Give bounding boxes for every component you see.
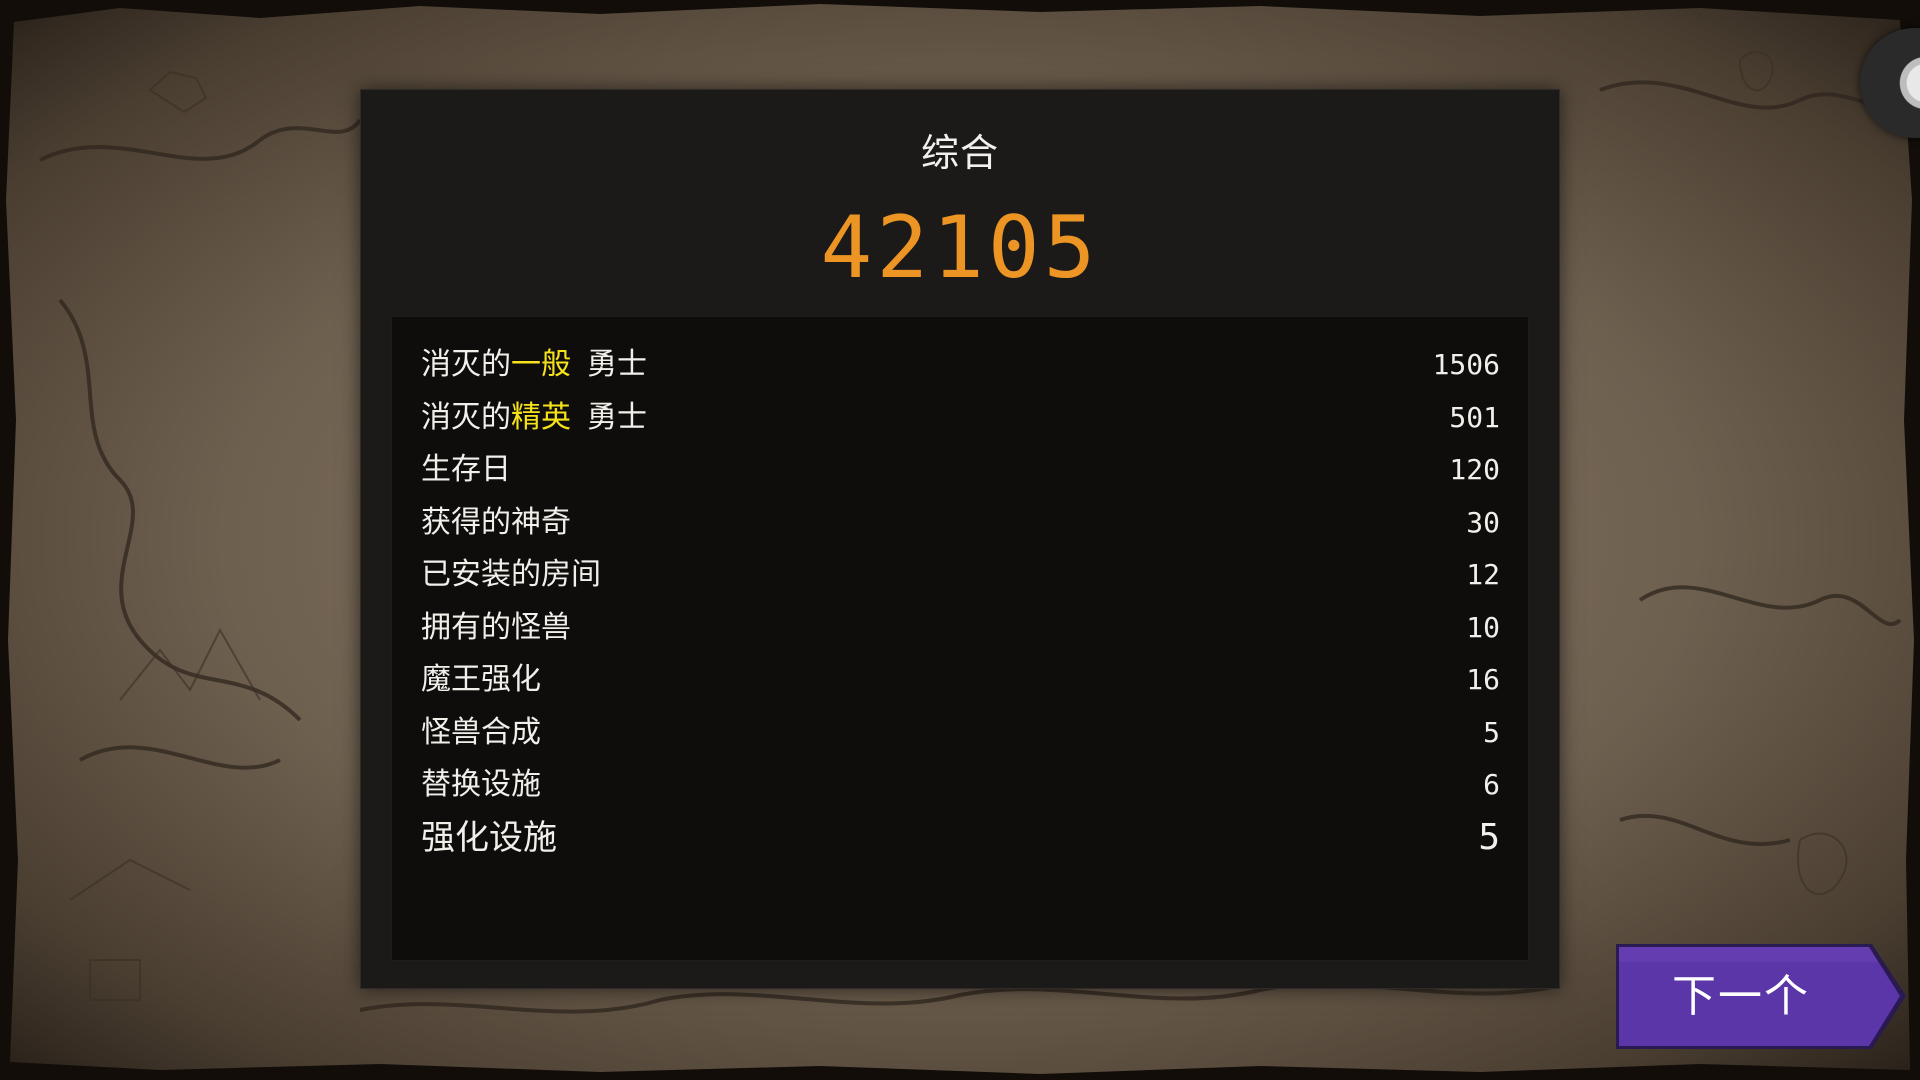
results-screen: 综合 42105 消灭的一般 勇士 1506 消灭的精英 勇士 501 生存日 12… (0, 0, 1920, 1080)
stat-value: 10 (1466, 610, 1500, 644)
stat-label: 怪兽合成 (421, 714, 541, 750)
stat-label: 已安装的房间 (421, 557, 601, 592)
stat-row-rooms: 已安装的房间 12 (392, 549, 1528, 601)
stat-row-monsters: 拥有的怪兽 10 (392, 602, 1528, 654)
stat-label: 生存日 (421, 452, 511, 487)
stat-label-prefix: 消灭的 (421, 399, 511, 435)
stat-label: 拥有的怪兽 (421, 609, 571, 645)
panel-title: 综合 (920, 131, 999, 175)
stat-value: 5 (1478, 816, 1500, 858)
stat-value: 12 (1466, 558, 1500, 591)
stat-value: 5 (1483, 715, 1500, 749)
stat-row-elite-heroes: 消灭的精英 勇士 501 (392, 392, 1528, 444)
stat-label-highlight: 一般 (511, 347, 571, 382)
stat-label: 替换设施 (421, 767, 541, 802)
stat-value: 30 (1466, 505, 1500, 539)
stat-row-demon-king-upgrades: 魔王强化 16 (392, 654, 1528, 706)
stat-row-artifacts: 获得的神奇 30 (392, 497, 1528, 549)
stat-value: 120 (1449, 453, 1500, 486)
stat-row-survival-days: 生存日 120 (392, 444, 1528, 496)
stat-label-suffix: 勇士 (587, 347, 647, 382)
stat-label: 消灭的一般 勇士 (421, 339, 647, 391)
stat-row-replace-facility: 替换设施 6 (392, 759, 1528, 811)
total-score: 42105 (820, 198, 1100, 298)
stat-row-normal-heroes: 消灭的一般 勇士 1506 (392, 339, 1528, 391)
stat-row-monster-fusion: 怪兽合成 5 (392, 707, 1528, 759)
stat-value: 1506 (1432, 348, 1500, 381)
stat-value: 501 (1449, 400, 1500, 434)
stat-label: 魔王强化 (421, 662, 541, 697)
stat-label-suffix: 勇士 (587, 399, 647, 435)
next-button-label: 下一个 (1672, 971, 1810, 1022)
stat-value: 16 (1466, 663, 1500, 696)
stat-row-upgrade-facility: 强化设施 5 (392, 812, 1528, 864)
stat-label: 消灭的精英 勇士 (421, 392, 647, 444)
stat-value: 6 (1483, 768, 1500, 801)
stats-list: 消灭的一般 勇士 1506 消灭的精英 勇士 501 生存日 120 获得的神奇 3… (391, 316, 1529, 961)
stat-label: 获得的神奇 (421, 504, 571, 540)
results-panel: 综合 42105 消灭的一般 勇士 1506 消灭的精英 勇士 501 生存日 12… (360, 89, 1560, 989)
stat-label: 强化设施 (421, 817, 557, 858)
stat-label-highlight: 精英 (511, 399, 571, 435)
next-button[interactable]: 下一个 (1616, 944, 1906, 1049)
stat-label-prefix: 消灭的 (421, 347, 511, 382)
